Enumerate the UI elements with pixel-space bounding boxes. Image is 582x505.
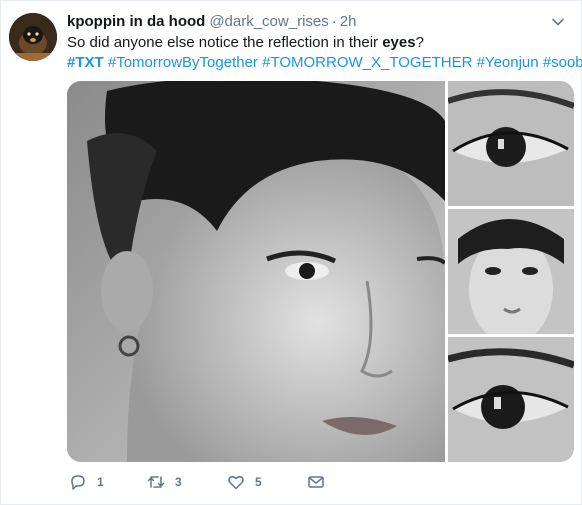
retweet-icon [147, 476, 165, 488]
media-image-portrait-main[interactable] [67, 81, 445, 462]
media-image-eye-closeup-2[interactable] [448, 337, 574, 462]
hashtag-link[interactable]: #TXT [67, 54, 104, 71]
tweet-text: So did anyone else notice the reflection… [67, 33, 567, 53]
heart-icon [228, 475, 244, 490]
reply-count: 1 [97, 475, 104, 489]
separator: · [331, 13, 337, 30]
direct-message-button[interactable] [307, 471, 335, 493]
author-handle[interactable]: @dark_cow_rises [209, 13, 328, 30]
tweet-text-part: So did anyone else notice the reflection… [67, 34, 383, 51]
envelope-icon [308, 476, 324, 488]
hashtag-link[interactable]: #soobin [543, 54, 582, 71]
hashtag-link[interactable]: #TOMORROW_X_TOGETHER [262, 54, 472, 71]
avatar[interactable] [9, 13, 57, 61]
hashtag-link[interactable]: #Yeonjun [477, 54, 539, 71]
tweet-text-bold: eyes [382, 34, 416, 51]
reply-icon [71, 475, 85, 490]
media-grid [67, 81, 574, 462]
tweet-card[interactable]: kpoppin in da hood @dark_cow_rises · 2h So … [0, 0, 582, 505]
retweet-count: 3 [175, 475, 182, 489]
chevron-down-icon[interactable] [551, 15, 565, 29]
media-image-eye-closeup-1[interactable] [448, 81, 574, 206]
timestamp[interactable]: 2h [340, 13, 357, 30]
like-count: 5 [255, 475, 262, 489]
hashtag-link[interactable]: #TomorrowByTogether [108, 54, 258, 71]
tweet-text-end: ? [415, 34, 424, 51]
hashtag-line: #TXT #TomorrowByTogether #TOMORROW_X_TOG… [67, 53, 582, 73]
author-name[interactable]: kpoppin in da hood [67, 13, 205, 30]
retweet-button[interactable]: 3 [147, 471, 182, 493]
media-image-portrait-small[interactable] [448, 209, 574, 334]
reply-button[interactable]: 1 [69, 471, 104, 493]
tweet-header: kpoppin in da hood @dark_cow_rises · 2h [67, 13, 356, 31]
like-button[interactable]: 5 [227, 471, 262, 493]
tweet-actions: 1 3 5 [67, 471, 367, 493]
